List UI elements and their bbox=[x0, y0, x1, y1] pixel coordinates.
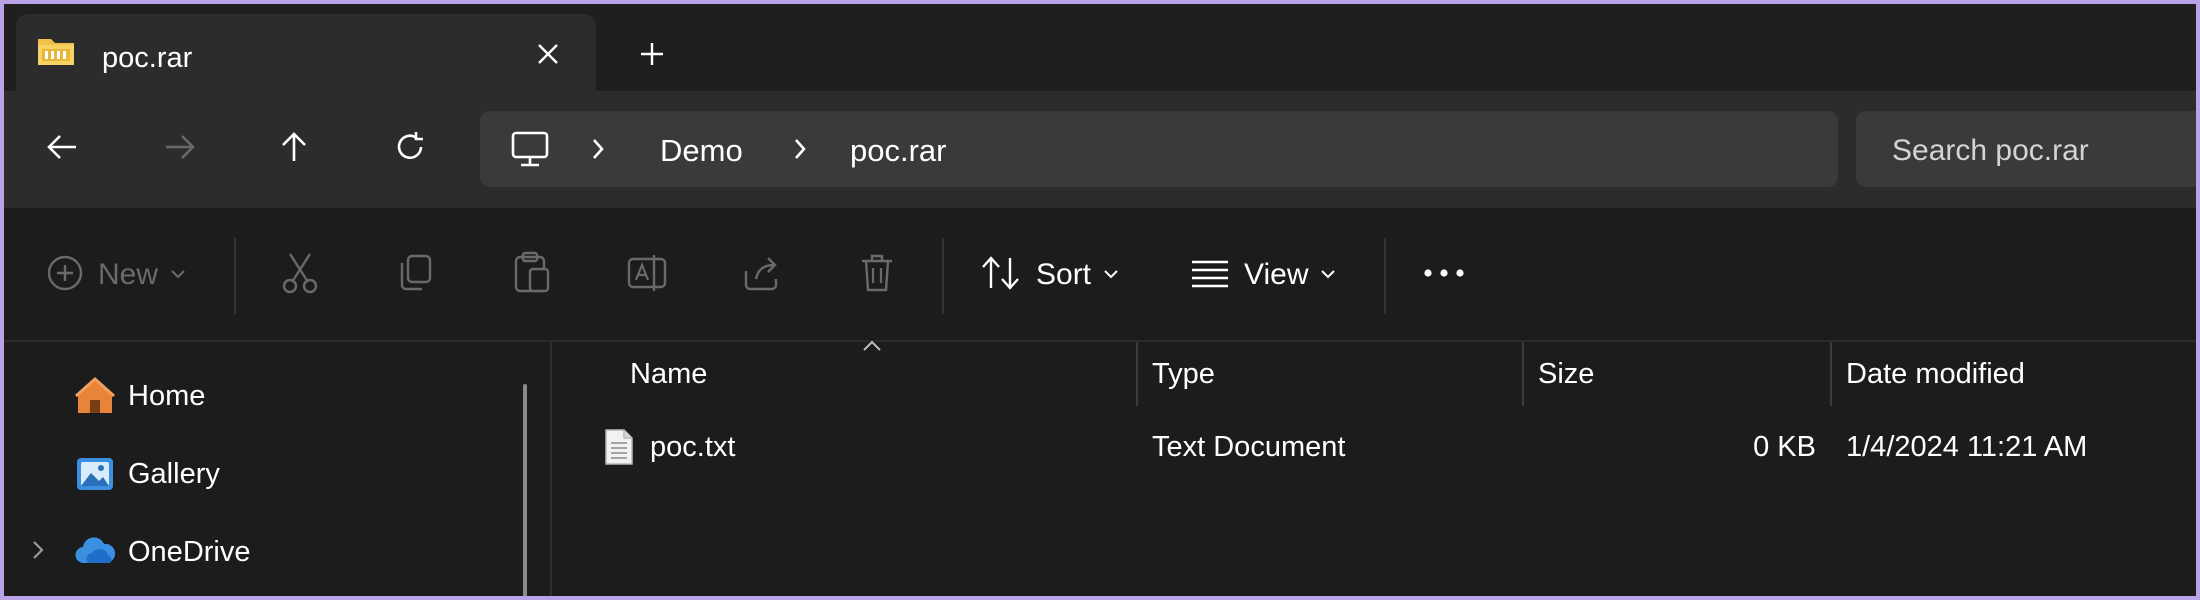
search-placeholder: Search poc.rar bbox=[1892, 134, 2089, 167]
breadcrumb-demo[interactable]: Demo bbox=[660, 133, 743, 169]
view-list-icon bbox=[1190, 258, 1230, 293]
view-label: View bbox=[1244, 258, 1309, 291]
share-icon bbox=[742, 253, 782, 298]
tab-poc-rar[interactable]: poc.rar bbox=[16, 14, 596, 98]
toolbar-divider bbox=[1384, 238, 1386, 314]
search-input[interactable]: Search poc.rar bbox=[1856, 111, 2196, 187]
tab-strip: poc.rar bbox=[4, 4, 2196, 98]
chevron-down-icon bbox=[1103, 266, 1119, 284]
trash-icon bbox=[858, 252, 896, 299]
arrow-left-icon[interactable] bbox=[34, 119, 90, 175]
arrow-right-icon[interactable] bbox=[152, 119, 208, 175]
ellipsis-icon bbox=[1422, 266, 1466, 284]
cut-button[interactable] bbox=[280, 250, 320, 300]
file-name: poc.txt bbox=[650, 430, 736, 463]
text-file-icon bbox=[604, 420, 644, 474]
gallery-icon bbox=[74, 453, 116, 495]
column-divider[interactable] bbox=[1136, 342, 1138, 406]
column-header-type[interactable]: Type bbox=[1152, 342, 1512, 406]
tab-title: poc.rar bbox=[102, 42, 193, 74]
scissors-icon bbox=[280, 252, 320, 299]
close-icon[interactable] bbox=[528, 34, 568, 74]
sidebar-item-onedrive[interactable]: OneDrive bbox=[4, 522, 534, 582]
home-icon bbox=[74, 375, 116, 417]
sidebar-item-label: Home bbox=[128, 379, 206, 412]
file-date-modified: 1/4/2024 11:21 AM bbox=[1846, 430, 2088, 463]
view-button[interactable]: View bbox=[1190, 250, 1336, 300]
clipboard-icon bbox=[512, 251, 552, 300]
navigation-pane: Home Gallery OneDrive bbox=[4, 342, 552, 596]
chevron-right-icon[interactable] bbox=[792, 136, 808, 167]
plus-icon[interactable] bbox=[632, 34, 672, 74]
chevron-down-icon bbox=[1320, 266, 1336, 284]
breadcrumb-poc-rar[interactable]: poc.rar bbox=[850, 133, 946, 169]
onedrive-icon bbox=[74, 531, 116, 573]
sort-button[interactable]: Sort bbox=[980, 250, 1119, 300]
command-bar: New Sort View bbox=[4, 206, 2196, 340]
content-area: Home Gallery OneDrive Name Type Size Dat… bbox=[4, 340, 2196, 596]
column-header-name[interactable]: Name bbox=[630, 342, 1080, 406]
sidebar-item-gallery[interactable]: Gallery bbox=[4, 444, 534, 504]
file-row[interactable]: poc.txt Text Document 0 KB 1/4/2024 11:2… bbox=[554, 420, 2196, 474]
column-divider[interactable] bbox=[1522, 342, 1524, 406]
sidebar-item-label: OneDrive bbox=[128, 535, 251, 568]
plus-circle-icon bbox=[46, 254, 84, 297]
refresh-icon[interactable] bbox=[382, 119, 438, 175]
rename-button[interactable] bbox=[626, 250, 668, 300]
file-type: Text Document bbox=[1152, 430, 1346, 463]
copy-button[interactable] bbox=[396, 250, 434, 300]
delete-button[interactable] bbox=[858, 250, 896, 300]
more-options-button[interactable] bbox=[1422, 250, 1466, 300]
sort-label: Sort bbox=[1036, 258, 1092, 291]
sidebar-item-home[interactable]: Home bbox=[4, 366, 534, 426]
arrow-up-icon[interactable] bbox=[266, 119, 322, 175]
file-size: 0 KB bbox=[1753, 430, 1816, 463]
chevron-down-icon bbox=[170, 266, 186, 284]
sort-icon bbox=[980, 255, 1022, 296]
new-button[interactable]: New bbox=[46, 250, 186, 300]
file-list: Name Type Size Date modified poc.txt Tex… bbox=[554, 340, 2196, 596]
sidebar-item-label: Gallery bbox=[128, 457, 220, 490]
chevron-right-icon[interactable] bbox=[590, 136, 606, 167]
address-bar[interactable]: Demo poc.rar bbox=[480, 111, 1838, 187]
column-header-size[interactable]: Size bbox=[1538, 342, 1818, 406]
share-button[interactable] bbox=[742, 250, 782, 300]
paste-button[interactable] bbox=[512, 250, 552, 300]
copy-icon bbox=[396, 253, 434, 298]
archive-folder-icon bbox=[36, 33, 76, 69]
file-explorer-window: poc.rar Demo poc.rar Search poc.rar New … bbox=[4, 4, 2196, 596]
rename-icon bbox=[626, 253, 668, 298]
column-header-date-modified[interactable]: Date modified bbox=[1846, 342, 2176, 406]
navigation-bar: Demo poc.rar Search poc.rar bbox=[4, 91, 2196, 206]
column-divider[interactable] bbox=[1830, 342, 1832, 406]
chevron-right-icon[interactable] bbox=[30, 539, 46, 566]
new-label: New bbox=[98, 258, 159, 291]
toolbar-divider bbox=[234, 238, 236, 314]
sidebar-scrollbar[interactable] bbox=[523, 384, 527, 596]
toolbar-divider bbox=[942, 238, 944, 314]
this-pc-icon[interactable] bbox=[510, 129, 550, 174]
